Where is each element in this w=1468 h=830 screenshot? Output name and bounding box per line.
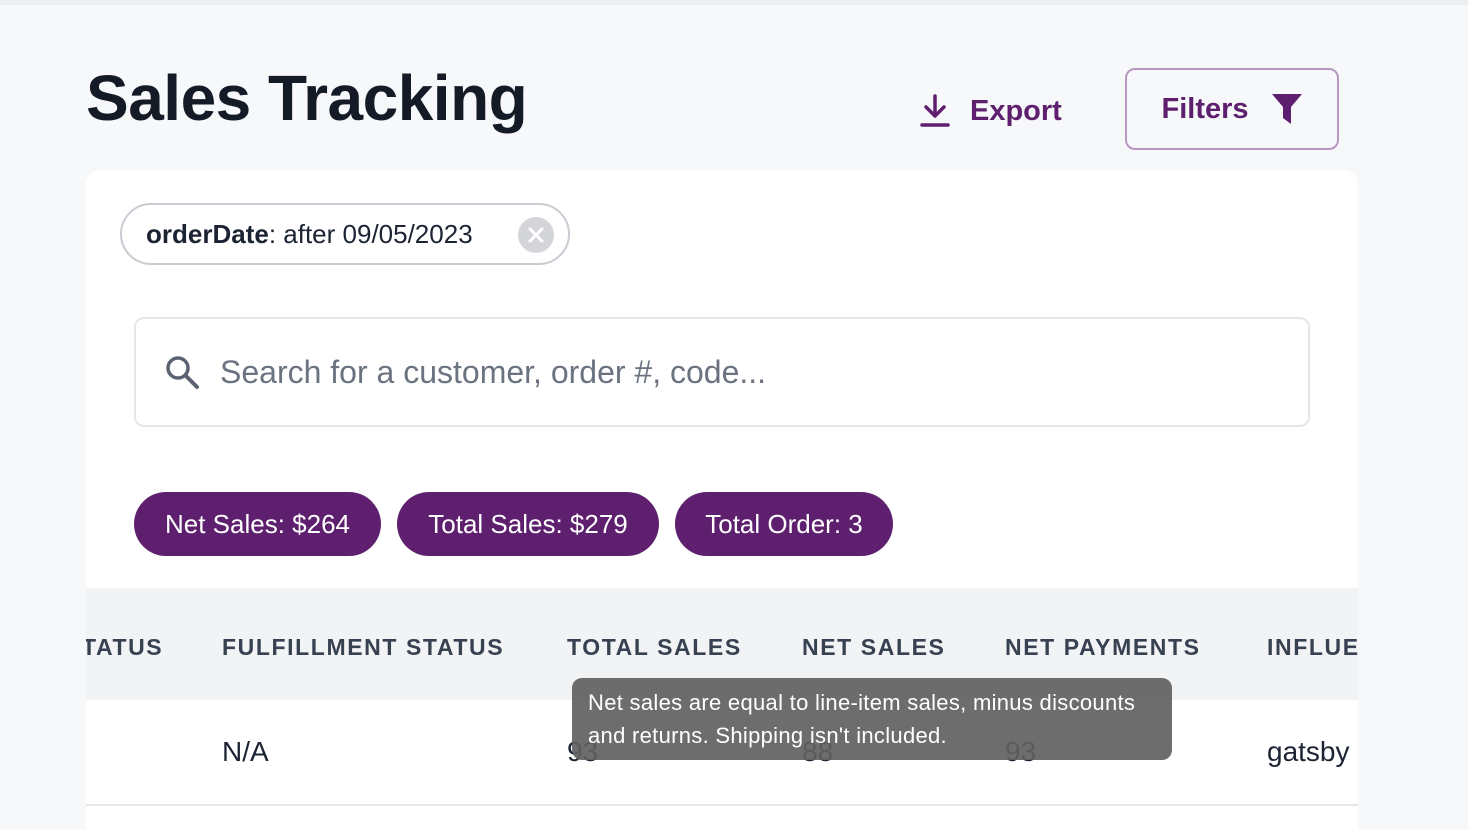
cell-fulfillment-status: N/A: [222, 736, 269, 767]
close-icon: [528, 227, 544, 243]
column-header-net-sales[interactable]: NET SALES: [802, 634, 945, 661]
filter-chip-value: : after 09/05/2023: [268, 218, 473, 249]
filter-chip-key: orderDate: [146, 218, 269, 249]
export-button[interactable]: Export: [918, 90, 1062, 132]
total-order-pill: Total Order: 3: [675, 492, 893, 556]
remove-filter-button[interactable]: [518, 217, 554, 253]
total-sales-pill: Total Sales: $279: [397, 492, 659, 556]
filters-label: Filters: [1161, 92, 1249, 125]
page-title: Sales Tracking: [86, 62, 528, 134]
download-icon: [920, 94, 950, 127]
filters-button[interactable]: Filters: [1125, 68, 1339, 150]
search-box: [134, 317, 1310, 427]
column-header-influencer[interactable]: INFLUE: [1267, 634, 1358, 661]
column-header-total-sales[interactable]: TOTAL SALES: [567, 634, 742, 661]
top-divider: [0, 0, 1468, 5]
column-header-status[interactable]: TATUS: [86, 634, 163, 661]
net-sales-tooltip: Net sales are equal to line-item sales, …: [572, 678, 1172, 760]
search-input[interactable]: [218, 352, 1272, 392]
funnel-icon: [1271, 94, 1302, 124]
cell-influencer: gatsby: [1267, 736, 1350, 767]
column-header-fulfillment-status[interactable]: FULFILLMENT STATUS: [222, 634, 504, 661]
column-header-net-payments[interactable]: NET PAYMENTS: [1005, 634, 1201, 661]
net-sales-pill: Net Sales: $264: [134, 492, 381, 556]
filter-chip-order-date: orderDate : after 09/05/2023: [120, 203, 570, 265]
search-icon: [166, 356, 199, 389]
export-label: Export: [970, 94, 1062, 127]
